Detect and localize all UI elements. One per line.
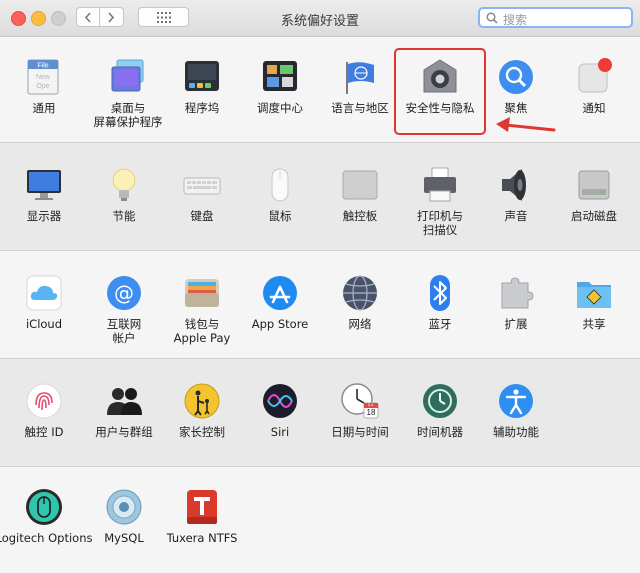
time-machine-icon [423,384,457,418]
svg-text:Ope: Ope [36,83,49,90]
chevron-right-icon [108,12,115,23]
back-button[interactable] [76,7,100,27]
energy-saver-icon [112,168,136,201]
pref-label: 共享 [582,317,606,331]
svg-text:@: @ [114,281,134,305]
other-section: Logitech Options MySQL Tuxera NTFS [0,467,640,573]
chevron-left-icon [84,12,91,23]
internet-accounts-icon: @ [107,276,141,310]
search-field[interactable]: 搜索 [478,7,633,28]
title-bar: 系统偏好设置 搜索 [0,0,640,37]
show-all-button[interactable] [138,7,189,27]
users-groups-icon [107,388,142,415]
spotlight-icon [499,60,533,94]
parental-controls-icon [184,383,220,419]
tuxera-ntfs-icon [187,490,217,524]
trackpad-icon [342,170,378,200]
wallet-applepay-icon [185,279,219,307]
general-icon: File New Ope [27,59,59,95]
pref-label: 通知 [582,101,606,115]
sharing-icon [577,282,611,308]
forward-button[interactable] [100,7,124,27]
notifications-icon [578,58,612,93]
dock-icon [185,61,219,91]
startup-disk-icon [578,170,610,200]
bluetooth-icon [430,275,450,311]
calendar-day: 18 [366,408,376,417]
mission-control-icon [263,61,297,91]
close-window-button[interactable] [11,11,26,26]
extensions-icon [501,277,534,309]
displays-icon [27,170,61,200]
app-store-icon [263,276,297,310]
pref-label: 启动磁盘 [571,209,617,223]
desktop-screensaver-icon [111,59,144,92]
network-icon [343,275,377,311]
keyboard-icon [183,177,221,195]
search-icon [486,12,498,24]
grid-icon [157,12,171,23]
siri-icon [263,384,297,418]
icloud-icon [26,275,62,311]
internet-section: iCloud @ 互联网 帐户 钱包与 Apple Pay App Store … [0,251,640,359]
touch-id-icon [26,383,62,419]
zoom-window-button[interactable] [51,11,66,26]
accessibility-icon [499,384,533,418]
mouse-icon [271,168,289,202]
highlight-box [394,48,486,135]
arrow-annotation-icon [496,117,556,132]
hardware-section: 显示器 节能 键盘 鼠标 触控板 打印机与 扫描仪 声音 启动磁盘 [0,143,640,251]
pref-label: Tuxera NTFS [166,531,238,545]
minimize-window-button[interactable] [31,11,46,26]
svg-text:File: File [37,63,48,70]
search-placeholder: 搜索 [503,13,528,27]
printers-scanners-icon [424,167,456,202]
system-preferences-window: 系统偏好设置 搜索 File New Ope 通用 桌面与 屏幕保护程序 程序坞… [0,0,640,573]
language-region-icon [346,62,374,94]
logitech-options-icon [26,489,62,525]
sound-icon [502,169,526,201]
svg-text:New: New [36,74,51,81]
pref-label: 辅助功能 [493,425,539,439]
system-section: 触控 ID 用户与群组 家长控制 Siri JUL 18 日期与时间 时间机器 … [0,359,640,467]
mysql-icon [106,489,142,525]
